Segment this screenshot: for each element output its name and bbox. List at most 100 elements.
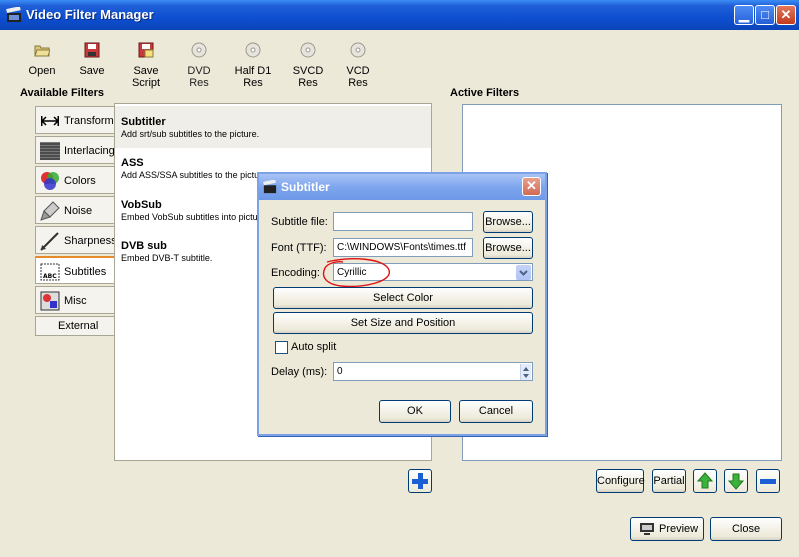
toolbar-open-button[interactable]: Open xyxy=(28,40,56,77)
sharpness-icon xyxy=(40,232,59,251)
subtitler-dialog: Subtitler ✕ Subtitle file: Browse... Fon… xyxy=(257,172,547,436)
tab-subtitles[interactable]: ABC Subtitles xyxy=(35,256,115,284)
select-color-label: Select Color xyxy=(373,292,433,304)
tab-interlacing[interactable]: Interlacing xyxy=(35,136,115,164)
clapperboard-icon xyxy=(263,180,277,194)
tab-sharpness-label: Sharpness xyxy=(64,235,117,247)
transform-icon xyxy=(41,116,59,126)
clapperboard-icon xyxy=(6,7,21,22)
filter-description: Embed DVB-T subtitle. xyxy=(121,253,213,263)
filter-description: Embed VobSub subtitles into picture. xyxy=(121,212,269,222)
tab-misc[interactable]: Misc xyxy=(35,286,115,314)
select-color-button[interactable]: Select Color xyxy=(273,287,533,309)
configure-button[interactable]: Configure xyxy=(596,469,645,493)
maximize-button[interactable]: □ xyxy=(755,5,775,25)
filter-item-subtitler[interactable]: Subtitler Add srt/sub subtitles to the p… xyxy=(115,106,431,148)
minimize-button[interactable]: ▁ xyxy=(734,5,754,25)
set-size-position-button[interactable]: Set Size and Position xyxy=(273,312,533,334)
partial-button[interactable]: Partial xyxy=(652,469,686,493)
ok-button[interactable]: OK xyxy=(379,400,451,423)
auto-split-label: Auto split xyxy=(291,341,337,353)
browse-subtitle-button[interactable]: Browse... xyxy=(483,211,533,233)
active-filters-heading: Active Filters xyxy=(450,87,520,99)
maximize-icon: □ xyxy=(761,7,769,22)
noise-icon xyxy=(40,201,60,221)
filter-name: VobSub xyxy=(121,199,162,211)
tab-colors[interactable]: Colors xyxy=(35,166,115,194)
preview-button[interactable]: Preview xyxy=(630,517,704,541)
tab-sharpness[interactable]: Sharpness xyxy=(35,226,117,254)
dialog-close-button[interactable]: ✕ xyxy=(522,177,541,196)
partial-label: Partial xyxy=(653,475,685,487)
toolbar-vcd-res-button[interactable]: VCD Res xyxy=(338,40,378,89)
tab-misc-label: Misc xyxy=(64,295,87,307)
delay-label: Delay (ms): xyxy=(271,366,328,378)
cancel-button[interactable]: Cancel xyxy=(459,400,533,423)
delay-value: 0 xyxy=(337,366,343,377)
dialog-title-bar[interactable]: Subtitler ✕ xyxy=(259,174,545,200)
filter-name: ASS xyxy=(121,157,144,169)
plus-icon xyxy=(412,473,428,489)
font-label: Font (TTF): xyxy=(271,242,327,254)
close-icon: ✕ xyxy=(526,178,537,193)
toolbar-svcd-res-button[interactable]: SVCD Res xyxy=(286,40,330,89)
tab-external[interactable]: External xyxy=(35,316,115,336)
tab-interlacing-label: Interlacing xyxy=(64,145,115,157)
preview-monitor-icon xyxy=(640,523,654,535)
svg-text:ABC: ABC xyxy=(43,273,57,280)
disc-icon xyxy=(300,42,316,58)
browse-label: Browse... xyxy=(485,216,531,228)
close-button[interactable]: Close xyxy=(710,517,782,541)
remove-filter-button[interactable] xyxy=(756,469,780,493)
toolbar-dvd-res-label: DVD Res xyxy=(187,65,211,89)
subtitles-icon: ABC xyxy=(40,263,60,281)
auto-split-checkbox[interactable] xyxy=(275,341,288,354)
subtitle-file-input[interactable] xyxy=(333,212,473,231)
toolbar-open-label: Open xyxy=(28,65,56,77)
video-filter-manager-window: Video Filter Manager ▁ □ ✕ Open Save Sav… xyxy=(0,0,799,557)
tab-noise-label: Noise xyxy=(64,205,93,217)
tab-colors-label: Colors xyxy=(64,175,96,187)
encoding-label: Encoding: xyxy=(271,267,320,279)
tab-subtitles-label: Subtitles xyxy=(64,266,107,278)
add-filter-button[interactable] xyxy=(408,469,432,493)
font-input[interactable]: C:\WINDOWS\Fonts\times.ttf xyxy=(333,238,473,257)
tab-transform[interactable]: Transform xyxy=(35,106,115,134)
configure-label: Configure xyxy=(597,475,645,487)
move-up-button[interactable] xyxy=(693,469,717,493)
tab-external-label: External xyxy=(58,320,99,332)
browse-font-button[interactable]: Browse... xyxy=(483,237,533,259)
tab-noise[interactable]: Noise xyxy=(35,196,115,224)
arrow-down-icon xyxy=(727,473,745,490)
chevron-down-icon[interactable] xyxy=(516,265,531,280)
toolbar-half-d1-res-button[interactable]: Half D1 Res xyxy=(227,40,279,89)
delay-input[interactable]: 0 xyxy=(333,362,533,381)
available-filters-heading: Available Filters xyxy=(20,87,104,99)
set-size-position-label: Set Size and Position xyxy=(350,317,456,329)
toolbar-half-d1-res-label: Half D1 Res xyxy=(234,65,272,89)
toolbar-dvd-res-button[interactable]: DVD Res xyxy=(180,40,218,89)
toolbar-save-script-button[interactable]: Save Script xyxy=(120,40,172,89)
close-window-button[interactable]: ✕ xyxy=(776,5,796,25)
red-annotation-circle xyxy=(322,258,390,288)
browse-label: Browse... xyxy=(485,242,531,254)
preview-label: Preview xyxy=(659,523,699,535)
move-down-button[interactable] xyxy=(724,469,748,493)
title-bar[interactable]: Video Filter Manager ▁ □ ✕ xyxy=(0,0,799,30)
filter-name: DVB sub xyxy=(121,240,167,252)
close-icon: ✕ xyxy=(780,7,792,22)
misc-icon xyxy=(40,291,60,311)
minus-icon xyxy=(760,479,776,484)
toolbar-svcd-res-label: SVCD Res xyxy=(292,65,324,89)
colors-icon xyxy=(41,172,59,190)
toolbar-save-button[interactable]: Save xyxy=(78,40,106,77)
toolbar-save-label: Save xyxy=(79,65,105,77)
arrow-up-icon xyxy=(696,472,714,489)
filter-description: Add srt/sub subtitles to the picture. xyxy=(121,129,260,139)
interlacing-icon xyxy=(40,142,60,160)
tab-transform-label: Transform xyxy=(64,115,114,127)
window-title: Video Filter Manager xyxy=(26,7,154,22)
delay-spinner[interactable] xyxy=(520,364,531,380)
minimize-icon: ▁ xyxy=(739,7,749,22)
disc-icon xyxy=(245,42,261,58)
